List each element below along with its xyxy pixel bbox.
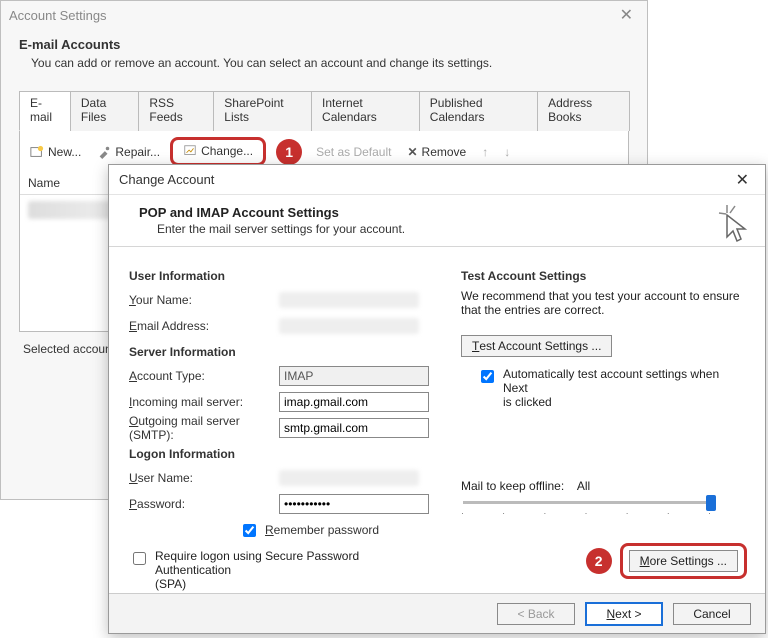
arrow-up-icon: ↑ bbox=[482, 145, 488, 159]
tabs: E-mail Data Files RSS Feeds SharePoint L… bbox=[19, 90, 629, 131]
left-column: User Information Your Name: Email Addres… bbox=[129, 261, 429, 591]
remove-button[interactable]: ✕ Remove bbox=[401, 143, 472, 161]
test-account-settings-button[interactable]: Test Account Settings ... bbox=[461, 335, 612, 357]
mail-keep-label: Mail to keep offline: bbox=[461, 479, 564, 493]
more-settings-highlight: More Settings ... bbox=[620, 543, 747, 579]
cursor-click-icon bbox=[717, 203, 751, 243]
window-title: Account Settings bbox=[9, 8, 107, 23]
set-default-button: Set as Default bbox=[306, 143, 397, 161]
incoming-server-input[interactable] bbox=[279, 392, 429, 412]
repair-label: Repair... bbox=[115, 145, 160, 159]
remember-password-label: Remember password bbox=[265, 523, 379, 537]
remove-label: Remove bbox=[422, 145, 467, 159]
account-type-select bbox=[279, 366, 429, 386]
tab-internet-calendars[interactable]: Internet Calendars bbox=[311, 91, 420, 131]
outgoing-server-input[interactable] bbox=[279, 418, 429, 438]
your-name-field[interactable] bbox=[279, 292, 419, 308]
label-incoming: Incoming mail server: bbox=[129, 395, 279, 409]
label-email: Email Address: bbox=[129, 319, 279, 333]
titlebar: Account Settings ✕ bbox=[1, 1, 647, 29]
change-label: Change... bbox=[201, 144, 253, 158]
remember-password-input[interactable] bbox=[243, 524, 256, 537]
repair-icon bbox=[97, 145, 111, 159]
section-user-info: User Information bbox=[129, 269, 429, 283]
right-column: Test Account Settings We recommend that … bbox=[461, 261, 745, 591]
email-accounts-heading: E-mail Accounts bbox=[19, 37, 629, 52]
spa-input[interactable] bbox=[133, 552, 146, 565]
section-server-info: Server Information bbox=[129, 345, 429, 359]
dialog-header: POP and IMAP Account Settings Enter the … bbox=[109, 195, 765, 247]
test-settings-text: We recommend that you test your account … bbox=[461, 289, 745, 317]
mail-keep-value: All bbox=[577, 479, 590, 493]
change-icon bbox=[183, 144, 197, 158]
new-icon bbox=[30, 145, 44, 159]
set-default-label: Set as Default bbox=[316, 145, 391, 159]
repair-button[interactable]: Repair... bbox=[91, 143, 166, 161]
password-input[interactable] bbox=[279, 494, 429, 514]
dialog-footer: < Back Next > Cancel bbox=[109, 593, 765, 633]
tab-email[interactable]: E-mail bbox=[19, 91, 71, 131]
move-down-button: ↓ bbox=[498, 143, 516, 161]
tab-published-calendars[interactable]: Published Calendars bbox=[419, 91, 538, 131]
close-icon[interactable]: ✕ bbox=[730, 170, 755, 190]
email-field[interactable] bbox=[279, 318, 419, 334]
spa-label: Require logon using Secure Password Auth… bbox=[155, 549, 429, 591]
auto-test-checkbox[interactable]: Automatically test account settings when… bbox=[477, 367, 745, 409]
move-up-button: ↑ bbox=[476, 143, 494, 161]
next-button[interactable]: Next > bbox=[585, 602, 663, 626]
tab-rss-feeds[interactable]: RSS Feeds bbox=[138, 91, 214, 131]
auto-test-label: Automatically test account settings when… bbox=[503, 367, 745, 409]
spa-checkbox[interactable]: Require logon using Secure Password Auth… bbox=[129, 549, 429, 591]
back-button: < Back bbox=[497, 603, 575, 625]
mail-keep-slider[interactable] bbox=[463, 501, 713, 504]
label-your-name: Your Name: bbox=[129, 293, 279, 307]
tab-sharepoint-lists[interactable]: SharePoint Lists bbox=[213, 91, 312, 131]
label-username: User Name: bbox=[129, 471, 279, 485]
cancel-button[interactable]: Cancel bbox=[673, 603, 751, 625]
tab-data-files[interactable]: Data Files bbox=[70, 91, 139, 131]
label-account-type: Account Type: bbox=[129, 369, 279, 383]
auto-test-input[interactable] bbox=[481, 370, 494, 383]
arrow-down-icon: ↓ bbox=[504, 145, 510, 159]
username-input[interactable] bbox=[279, 470, 419, 486]
new-label: New... bbox=[48, 145, 81, 159]
header-subtitle: Enter the mail server settings for your … bbox=[157, 222, 745, 236]
annotation-badge-1: 1 bbox=[276, 139, 302, 165]
tab-address-books[interactable]: Address Books bbox=[537, 91, 630, 131]
change-account-window: Change Account ✕ POP and IMAP Account Se… bbox=[108, 164, 766, 634]
change-button[interactable]: Change... bbox=[177, 142, 259, 160]
section-logon-info: Logon Information bbox=[129, 447, 429, 461]
section-test-settings: Test Account Settings bbox=[461, 269, 745, 283]
label-outgoing: Outgoing mail server (SMTP): bbox=[129, 414, 279, 442]
remove-icon: ✕ bbox=[407, 145, 417, 159]
new-button[interactable]: New... bbox=[24, 143, 87, 161]
slider-ticks: ······· bbox=[461, 508, 711, 518]
annotation-badge-2: 2 bbox=[586, 548, 612, 574]
label-password: Password: bbox=[129, 497, 279, 511]
header-title: POP and IMAP Account Settings bbox=[139, 205, 339, 220]
window-title: Change Account bbox=[119, 172, 214, 187]
email-accounts-subtext: You can add or remove an account. You ca… bbox=[31, 56, 629, 70]
remember-password-checkbox[interactable]: Remember password bbox=[239, 521, 389, 540]
more-settings-button[interactable]: More Settings ... bbox=[629, 550, 738, 572]
close-icon[interactable]: ✕ bbox=[614, 5, 639, 25]
change-highlight: Change... bbox=[170, 137, 266, 166]
titlebar: Change Account ✕ bbox=[109, 165, 765, 195]
